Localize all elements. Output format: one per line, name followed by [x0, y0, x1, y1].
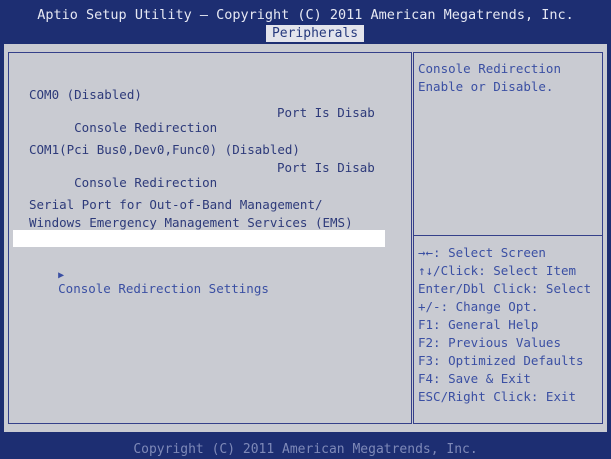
help-pane: Console Redirection Enable or Disable. →…	[413, 52, 603, 424]
console-redirection-settings-item[interactable]: ▶ Console Redirection Settings	[13, 251, 269, 311]
key-hint-optimized-defaults: F3: Optimized Defaults	[418, 353, 584, 368]
header-bar: Aptio Setup Utility – Copyright (C) 2011…	[0, 0, 611, 44]
footer-copyright: Copyright (C) 2011 American Megatrends, …	[0, 440, 611, 459]
com0-heading: COM0 (Disabled)	[29, 87, 142, 102]
help-line-1: Console Redirection	[418, 61, 561, 76]
com1-console-redirection-label: Console Redirection	[74, 175, 218, 190]
tab-peripherals[interactable]: Peripherals	[266, 25, 364, 42]
utility-title: Aptio Setup Utility – Copyright (C) 2011…	[37, 7, 574, 23]
key-hint-select-screen: →←: Select Screen	[418, 245, 546, 260]
com0-console-redirection-label: Console Redirection	[74, 120, 218, 135]
com1-console-redirection-value: Port Is Disab	[277, 160, 375, 175]
console-redirection-settings-label: Console Redirection Settings	[58, 281, 269, 296]
ems-console-redirection-row[interactable]: Console Redirection [Enabled]	[13, 230, 387, 247]
key-hint-select-item: ↑↓/Click: Select Item	[418, 263, 577, 278]
key-hint-select: Enter/Dbl Click: Select	[418, 281, 592, 296]
key-hint-save-exit: F4: Save & Exit	[418, 371, 531, 386]
serial-heading-line1: Serial Port for Out-of-Band Management/	[29, 197, 323, 212]
com0-console-redirection-value: Port Is Disab	[277, 105, 375, 120]
ems-console-redirection-label: Console Redirection	[29, 231, 172, 246]
key-hint-general-help: F1: General Help	[418, 317, 539, 332]
submenu-arrow-icon: ▶	[58, 270, 65, 281]
serial-heading-line2: Windows Emergency Management Services (E…	[29, 215, 353, 230]
key-hint-exit: ESC/Right Click: Exit	[418, 389, 577, 404]
main-panel: COM0 (Disabled) Console Redirection Port…	[4, 44, 607, 432]
com1-heading: COM1(Pci Bus0,Dev0,Func0) (Disabled)	[29, 142, 300, 157]
help-divider	[414, 235, 602, 236]
key-hint-previous-values: F2: Previous Values	[418, 335, 561, 350]
help-line-2: Enable or Disable.	[418, 79, 554, 94]
key-hint-change-opt: +/-: Change Opt.	[418, 299, 539, 314]
ems-console-redirection-value[interactable]: [Enabled]	[319, 231, 387, 246]
settings-pane: COM0 (Disabled) Console Redirection Port…	[8, 52, 412, 424]
